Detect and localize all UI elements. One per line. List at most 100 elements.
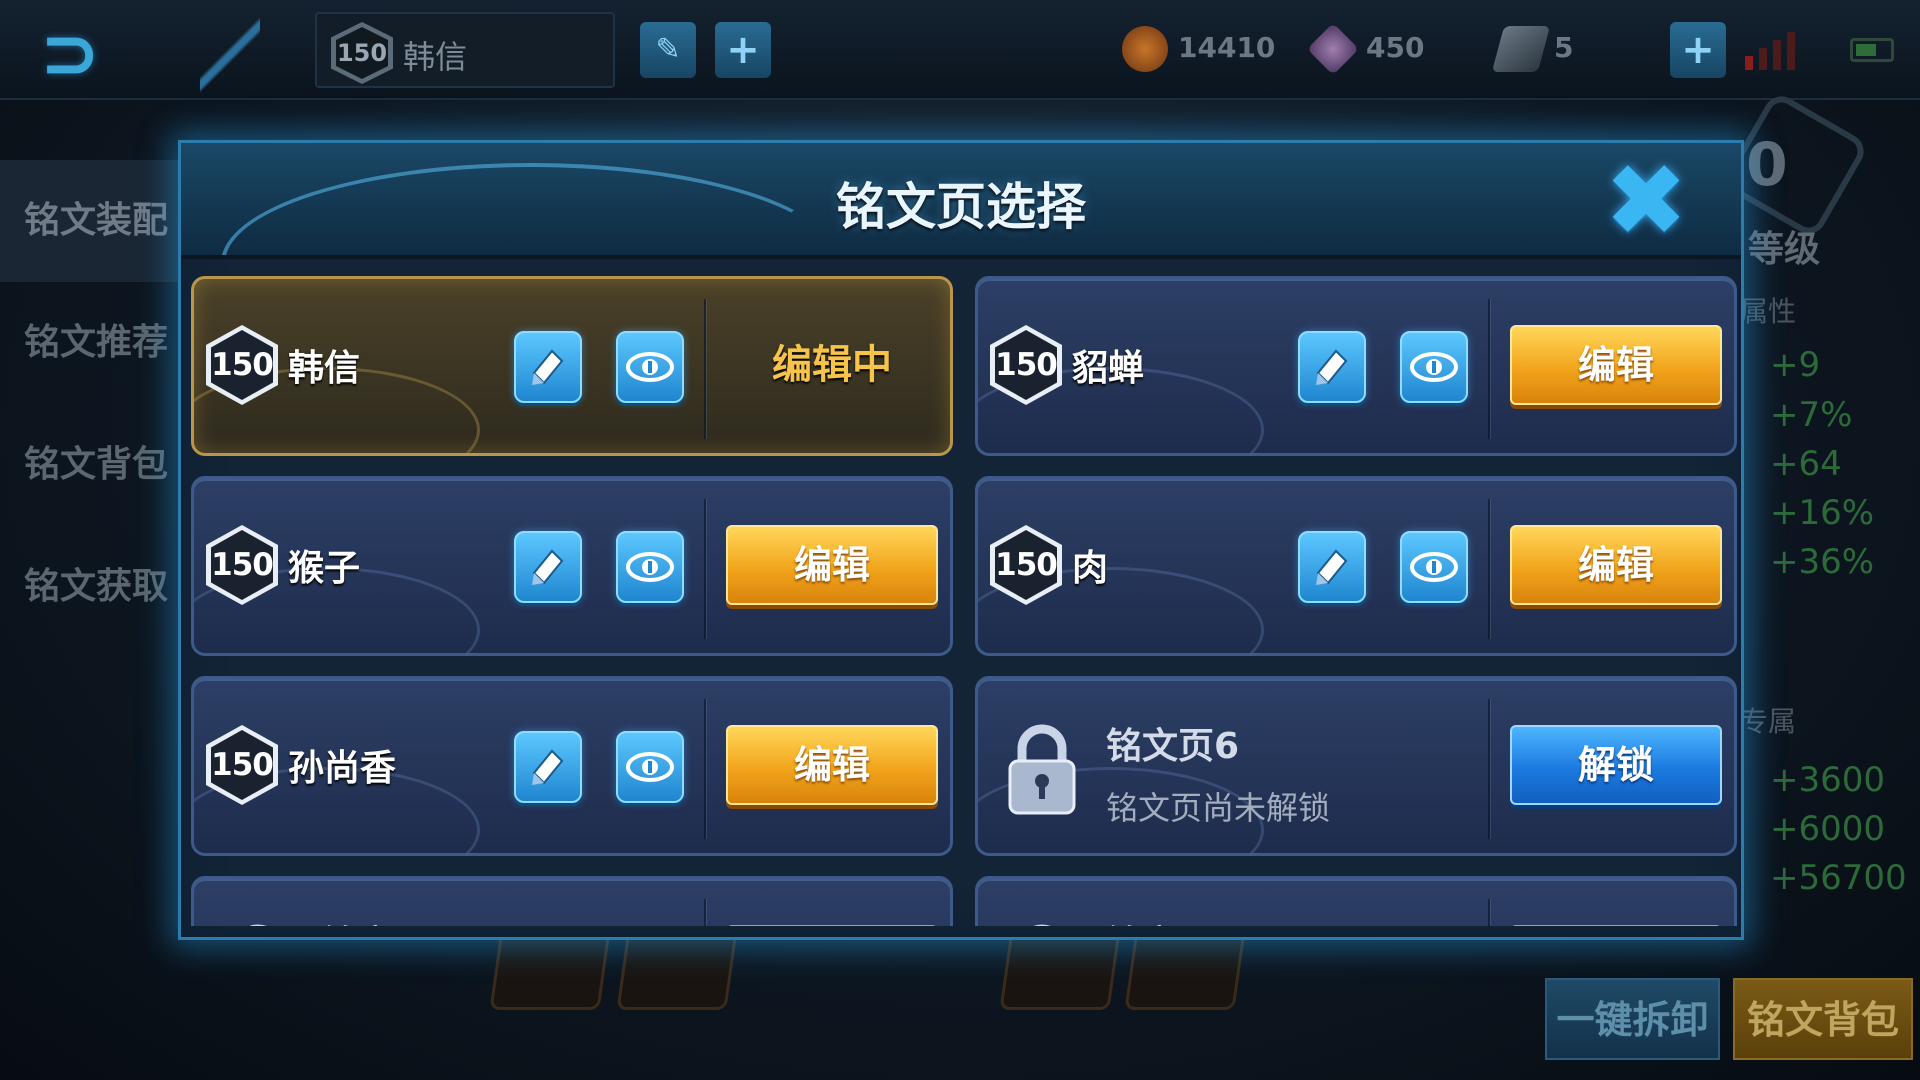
gold-counter: 14410 (1122, 26, 1275, 72)
diamond-amount: 450 (1366, 31, 1425, 64)
rune-slot-icon (1124, 930, 1246, 1010)
unlock-button[interactable]: 解锁 (1510, 725, 1722, 805)
rune-page-select-modal: 铭文页选择 ✖ 150 韩信 编辑中 150 貂蝉 编辑 150 猴子 编辑 1… (178, 140, 1744, 940)
divider-decoration (200, 0, 260, 110)
locked-page-title: 铭文页8 (1106, 915, 1239, 926)
exclusive-label: 专属 (1740, 705, 1797, 738)
level-badge: 150 (990, 325, 1062, 405)
card-divider (704, 899, 706, 926)
edit-button[interactable]: 编辑 (1510, 325, 1722, 405)
level-badge: 150 (206, 525, 278, 605)
dismantle-all-button[interactable]: 一键拆卸 (1545, 978, 1720, 1060)
preview-eye-icon[interactable] (1400, 331, 1468, 403)
lock-icon (218, 919, 298, 926)
level-text: 150 (211, 730, 273, 800)
edit-button[interactable]: 编辑 (726, 525, 938, 605)
ticket-amount: 5 (1554, 31, 1574, 64)
card-divider (1488, 499, 1490, 639)
card-divider (1488, 899, 1490, 926)
rename-pencil-icon[interactable] (1298, 531, 1366, 603)
add-currency-icon[interactable]: + (1670, 22, 1726, 78)
rune-page-card-locked[interactable]: 铭文页7 (191, 876, 953, 926)
rune-slot-icon (999, 930, 1121, 1010)
rename-icon[interactable]: ✎ (640, 22, 696, 78)
rune-page-card[interactable]: 150 猴子 编辑 (191, 476, 953, 656)
stat-value: +36% (1770, 542, 1875, 582)
hero-level-badge: 150 (331, 22, 393, 84)
card-divider (704, 499, 706, 639)
page-name: 貂蝉 (1072, 348, 1145, 389)
page-name: 孙尚香 (288, 748, 397, 789)
ticket-icon (1491, 26, 1551, 72)
battery-icon (1850, 38, 1894, 62)
unlock-button[interactable] (726, 925, 938, 926)
rune-page-card-locked[interactable]: 铭文页6 铭文页尚未解锁 解锁 (975, 676, 1737, 856)
rune-slot-icon (489, 930, 611, 1010)
locked-page-subtitle: 铭文页尚未解锁 (1106, 789, 1331, 827)
locked-page-title: 铭文页6 (1106, 726, 1240, 767)
gold-amount: 14410 (1178, 31, 1276, 64)
lock-icon (1002, 919, 1082, 926)
rename-pencil-icon[interactable] (514, 531, 582, 603)
rename-pencil-icon[interactable] (1298, 331, 1366, 403)
preview-eye-icon[interactable] (1400, 531, 1468, 603)
level-badge: 150 (206, 725, 278, 805)
attribute-label: 属性 (1740, 295, 1797, 328)
nav-item-recommend[interactable]: 铭文推荐 (0, 282, 180, 404)
stat-value: +6000 (1770, 809, 1886, 849)
rune-page-grid: 150 韩信 编辑中 150 貂蝉 编辑 150 猴子 编辑 150 肉 编辑 … (191, 276, 1737, 926)
nav-item-equip[interactable]: 铭文装配 (0, 160, 180, 282)
editing-status: 编辑中 (772, 342, 892, 388)
diamond-icon (1306, 22, 1360, 76)
rune-page-card[interactable]: 150 孙尚香 编辑 (191, 676, 953, 856)
hero-name: 韩信 (403, 38, 468, 76)
left-nav: 铭文装配 铭文推荐 铭文背包 铭文获取 (0, 160, 180, 648)
right-stats-panel: 0 等级 属性 +9 +7% +64 +16% +36% 专属 +3600 +6… (1719, 89, 1920, 1000)
level-text: 150 (211, 530, 273, 600)
nav-item-obtain[interactable]: 铭文获取 (0, 526, 180, 648)
back-icon[interactable]: ⊃ (40, 17, 170, 89)
modal-header: 铭文页选择 ✖ (181, 143, 1741, 259)
card-divider (704, 699, 706, 839)
add-page-icon[interactable]: + (715, 22, 771, 78)
rename-pencil-icon[interactable] (514, 731, 582, 803)
edit-button[interactable]: 编辑 (1510, 525, 1722, 605)
stat-value: +64 (1770, 444, 1842, 484)
level-number: 0 (1746, 130, 1788, 200)
page-name: 猴子 (288, 548, 361, 589)
level-badge: 150 (990, 525, 1062, 605)
level-badge: 150 (206, 325, 278, 405)
rune-page-card[interactable]: 150 貂蝉 编辑 (975, 276, 1737, 456)
unlock-button[interactable] (1510, 925, 1722, 926)
rune-slot-icon (616, 930, 738, 1010)
stat-value: +3600 (1770, 760, 1886, 800)
nav-item-bag[interactable]: 铭文背包 (0, 404, 180, 526)
stat-value: +56700 (1770, 858, 1907, 898)
rune-page-card[interactable]: 150 肉 编辑 (975, 476, 1737, 656)
stat-value: +16% (1770, 493, 1875, 533)
level-text: 150 (211, 330, 273, 400)
card-divider (1488, 299, 1490, 439)
grade-label: 等级 (1748, 229, 1821, 270)
edit-button[interactable]: 编辑 (726, 725, 938, 805)
preview-eye-icon[interactable] (616, 531, 684, 603)
locked-page-title: 铭文页7 (322, 915, 455, 926)
signal-icon (1745, 30, 1795, 70)
lock-icon (1002, 719, 1082, 819)
rune-page-card-active[interactable]: 150 韩信 编辑中 (191, 276, 953, 456)
diamond-counter: 450 (1306, 22, 1425, 76)
ticket-counter: 5 (1491, 26, 1574, 72)
preview-eye-icon[interactable] (616, 731, 684, 803)
close-icon[interactable]: ✖ (1601, 151, 1691, 251)
page-name: 肉 (1072, 548, 1109, 589)
level-text: 150 (995, 530, 1057, 600)
rune-bag-button[interactable]: 铭文背包 (1733, 978, 1913, 1060)
current-hero-chip: 150 韩信 (315, 12, 615, 88)
rune-page-card-locked[interactable]: 铭文页8 (975, 876, 1737, 926)
page-name: 韩信 (288, 348, 361, 389)
modal-title: 铭文页选择 (836, 178, 1086, 236)
rename-pencil-icon[interactable] (514, 331, 582, 403)
card-divider (704, 299, 706, 439)
level-text: 150 (995, 330, 1057, 400)
preview-eye-icon[interactable] (616, 331, 684, 403)
